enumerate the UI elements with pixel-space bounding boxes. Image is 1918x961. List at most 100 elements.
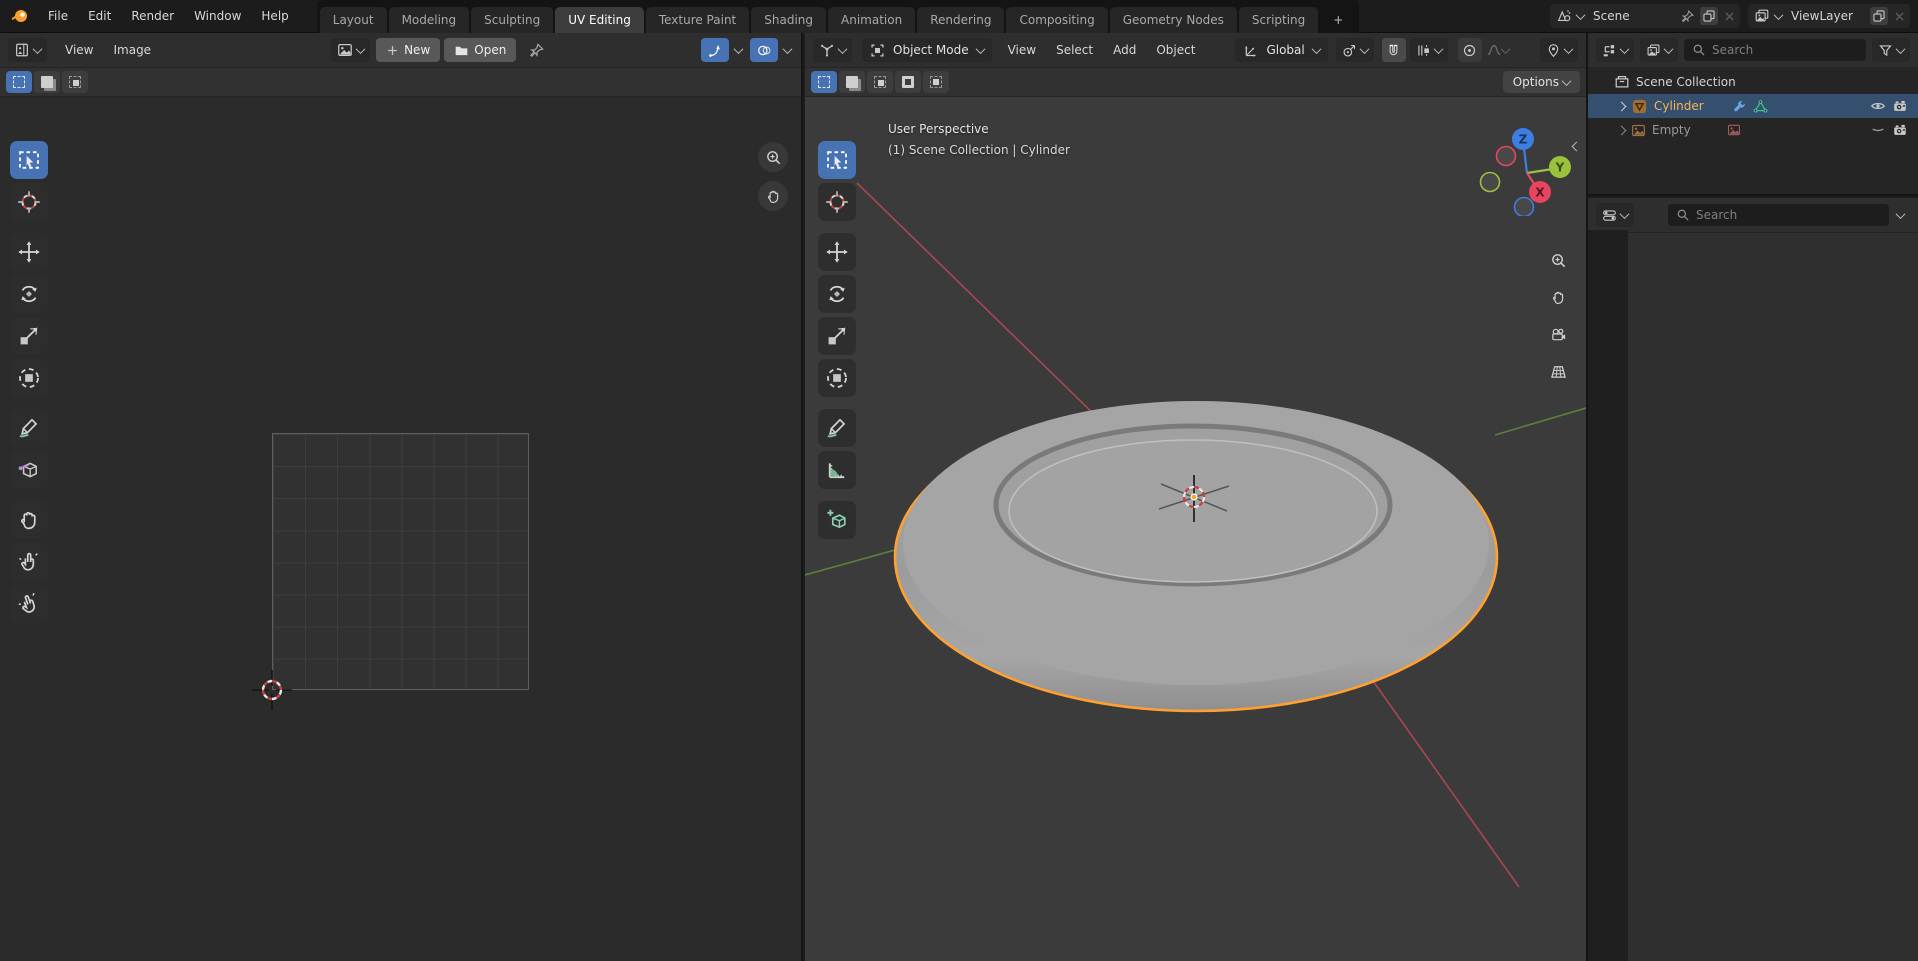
vp-zoom-button[interactable] [1543,245,1573,275]
vp-pan-button[interactable] [1543,282,1573,312]
pin-icon[interactable] [1680,9,1695,24]
vp-camera-view-button[interactable] [1543,319,1573,349]
uv-annotate-tool[interactable] [10,409,48,447]
outliner-search-input[interactable] [1712,43,1812,57]
vp-menu-add[interactable]: Add [1103,43,1146,57]
uv-editor-type-button[interactable] [8,38,47,62]
properties-search[interactable] [1668,204,1889,226]
tab-geometry-nodes[interactable]: Geometry Nodes [1110,7,1237,33]
vp-menu-view[interactable]: View [998,43,1046,57]
tab-layout[interactable]: Layout [320,7,387,33]
disable-render-icon[interactable] [1892,98,1908,114]
uv-menu-view[interactable]: View [55,43,103,57]
delete-view-layer-icon[interactable] [1893,10,1906,23]
hidden-eye-icon[interactable] [1870,122,1886,138]
navigation-gizmo[interactable]: Z Y X [1477,112,1581,216]
vp-ortho-toggle-button[interactable] [1543,356,1573,386]
uv-gizmos-chevron[interactable] [734,44,744,54]
uv-touch-rotate-tool[interactable] [10,585,48,623]
cylinder-object[interactable] [895,401,1497,711]
modifier-wrench-icon[interactable] [1732,99,1747,114]
scene-collection-label[interactable]: Scene Collection [1636,75,1736,89]
cylinder-label[interactable]: Cylinder [1654,99,1704,113]
vp-select-mode-intersect[interactable] [923,71,949,93]
empty-expand-chevron[interactable] [1617,125,1627,135]
delete-scene-icon[interactable] [1723,10,1736,23]
tab-uv-editing[interactable]: UV Editing [555,7,644,33]
axis-z-ball[interactable]: Z [1512,128,1534,150]
falloff-dropdown[interactable] [1486,38,1509,62]
empty-data-icon[interactable] [1727,123,1741,137]
scene-icon[interactable] [1556,8,1572,24]
options-dropdown[interactable]: Options [1503,71,1580,93]
uv-cursor-tool[interactable] [10,183,48,221]
uv-grab-tool[interactable] [10,451,48,489]
uv-box-select-tool[interactable] [10,141,48,179]
vp-menu-object[interactable]: Object [1146,43,1205,57]
open-image-button[interactable]: Open [444,38,516,62]
vp-add-cube-tool[interactable] [818,501,856,539]
uv-scale-tool[interactable] [10,317,48,355]
tab-modeling[interactable]: Modeling [389,7,470,33]
vp-measure-tool[interactable] [818,451,856,489]
uv-canvas[interactable] [0,97,801,961]
scene-name[interactable]: Scene [1589,9,1675,23]
vp-box-select-tool[interactable] [818,141,856,179]
add-workspace-button[interactable]: + [1320,7,1356,33]
axis-neg-y-ball[interactable] [1481,173,1500,192]
axis-neg-z-ball[interactable] [1515,198,1534,217]
vp-move-tool[interactable] [818,233,856,271]
empty-disable-render-icon[interactable] [1892,122,1908,138]
vp-transform-tool[interactable] [818,359,856,397]
uv-zoom-button[interactable] [758,142,788,172]
properties-search-input[interactable] [1696,208,1796,222]
vp-select-mode-extend[interactable] [839,71,865,93]
mesh-data-icon[interactable] [1753,99,1768,114]
tab-scripting[interactable]: Scripting [1239,7,1318,33]
uv-transform-tool[interactable] [10,359,48,397]
pin-image-icon[interactable] [528,42,545,59]
menu-help[interactable]: Help [251,9,298,23]
new-image-button[interactable]: New [376,38,440,62]
proportional-editing-toggle[interactable] [1458,38,1482,62]
view-layer-name[interactable]: ViewLayer [1787,9,1865,23]
vp-select-mode-set[interactable] [811,71,837,93]
pivot-dropdown[interactable] [1336,38,1374,62]
axis-x-ball[interactable]: X [1529,181,1551,203]
vp-menu-select[interactable]: Select [1046,43,1103,57]
vp-scale-tool[interactable] [818,317,856,355]
viewport-canvas[interactable]: User Perspective (1) Scene Collection | … [805,97,1586,961]
outliner-display-mode-button[interactable] [1640,38,1678,62]
select-mode-extend[interactable] [34,71,60,93]
scene-browse-chevron[interactable] [1576,10,1586,20]
outliner-row-scene-collection[interactable]: Scene Collection [1588,70,1918,94]
uv-touch-zoom-tool[interactable] [10,543,48,581]
orientation-dropdown[interactable]: Global [1235,38,1327,62]
select-mode-subtract[interactable] [62,71,88,93]
outliner-row-cylinder[interactable]: Cylinder [1588,94,1918,118]
outliner-editor-type-button[interactable] [1596,38,1634,62]
cylinder-expand-chevron[interactable] [1617,101,1627,111]
image-browse-button[interactable] [331,38,370,62]
view-layer-icon[interactable] [1754,8,1770,24]
vp-select-mode-subtract[interactable] [867,71,893,93]
axis-neg-x-ball[interactable] [1497,147,1516,166]
menu-window[interactable]: Window [184,9,251,23]
blender-logo-icon[interactable] [10,6,30,26]
snap-target-dropdown[interactable] [1410,38,1448,62]
menu-render[interactable]: Render [121,9,184,23]
tab-shading[interactable]: Shading [751,7,826,33]
outliner-search[interactable] [1684,39,1866,61]
properties-options-chevron[interactable] [1896,209,1906,219]
tab-rendering[interactable]: Rendering [917,7,1004,33]
hide-eye-icon[interactable] [1870,98,1886,114]
uv-rotate-tool[interactable] [10,275,48,313]
tab-compositing[interactable]: Compositing [1006,7,1107,33]
gizmos-dropdown[interactable] [1540,38,1578,62]
uv-pan-hand-tool[interactable] [10,501,48,539]
tab-animation[interactable]: Animation [828,7,915,33]
empty-label[interactable]: Empty [1652,123,1691,137]
new-scene-icon[interactable] [1700,7,1718,25]
viewport-editor-type-button[interactable] [813,38,852,62]
uv-overlays-toggle[interactable] [750,38,778,62]
